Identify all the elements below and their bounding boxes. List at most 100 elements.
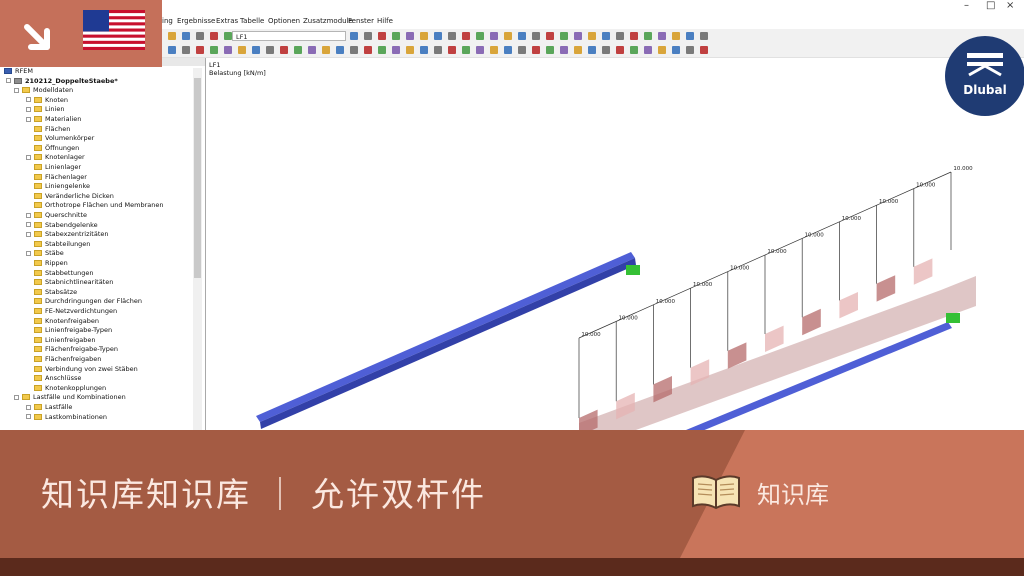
expand-icon[interactable] [26,212,31,218]
toolbar-icon[interactable] [392,32,400,40]
tree-item[interactable]: Flächen [26,125,70,135]
tree-item[interactable]: Orthotrope Flächen und Membranen [26,201,163,211]
tree-item[interactable]: Stabexzentrizitäten [26,230,109,240]
tree-item[interactable]: Lastfälle [26,403,72,413]
expand-icon[interactable] [14,87,19,93]
tree-item[interactable]: Verbindung von zwei Stäben [26,365,138,375]
toolbar-icon[interactable] [336,46,344,54]
toolbar-icon[interactable] [224,46,232,54]
toolbar-icon[interactable] [168,46,176,54]
toolbar-icon[interactable] [420,46,428,54]
language-tile[interactable] [0,0,162,67]
toolbar-icon[interactable] [700,32,708,40]
toolbar-icon[interactable] [196,46,204,54]
tree-item[interactable]: Stabendgelenke [26,221,98,231]
tree-item[interactable]: Modelldaten [14,86,73,96]
expand-icon[interactable] [26,404,31,410]
tree-item[interactable]: FE-Netzverdichtungen [26,307,117,317]
toolbar-icon[interactable] [210,32,218,40]
toolbar-icon[interactable] [588,32,596,40]
toolbar-icon[interactable] [238,46,246,54]
toolbar-icon[interactable] [434,46,442,54]
menu-item-hilfe[interactable]: Hilfe [377,17,393,25]
toolbar-icon[interactable] [182,32,190,40]
toolbar-icon[interactable] [182,46,190,54]
toolbar-icon[interactable] [644,32,652,40]
tree-item[interactable]: Stabteilungen [26,240,90,250]
toolbar-icon[interactable] [252,46,260,54]
toolbar-icon[interactable] [672,46,680,54]
toolbar-icon[interactable] [476,46,484,54]
tree-item[interactable]: Lastfälle und Kombinationen [14,393,126,403]
expand-icon[interactable] [26,250,31,256]
toolbar-icon[interactable] [406,32,414,40]
toolbar-icon[interactable] [210,46,218,54]
toolbar-icon[interactable] [322,46,330,54]
model-workspace[interactable]: LF1 Belastung [kN/m] 10.000 10.000 10.000 1… [206,58,1024,430]
toolbar-icon[interactable] [518,46,526,54]
toolbar-icon[interactable] [350,32,358,40]
toolbar-icon[interactable] [504,46,512,54]
tree-item[interactable]: Rippen [26,259,68,269]
menu-item[interactable]: ing [162,17,173,25]
tree-item[interactable]: Durchdringungen der Flächen [26,297,142,307]
toolbar-icon[interactable] [462,46,470,54]
toolbar-icon[interactable] [588,46,596,54]
expand-icon[interactable] [26,222,31,228]
menu-item-ergebnisse[interactable]: Ergebnisse [177,17,215,25]
menu-item-fenster[interactable]: Fenster [348,17,374,25]
toolbar-icon[interactable] [630,32,638,40]
toolbar-icon[interactable] [658,46,666,54]
toolbar-icon[interactable] [700,46,708,54]
toolbar-icon[interactable] [574,32,582,40]
toolbar-icon[interactable] [294,46,302,54]
toolbar-icon[interactable] [504,32,512,40]
toolbar-icon[interactable] [574,46,582,54]
tree-item[interactable]: Querschnitte [26,211,87,221]
toolbar-icon[interactable] [616,32,624,40]
toolbar-icon[interactable] [364,46,372,54]
toolbar-icon[interactable] [308,46,316,54]
toolbar-icon[interactable] [350,46,358,54]
tree-item[interactable]: Anschlüsse [26,374,81,384]
tree-item[interactable]: Flächenlager [26,173,87,183]
tree-item[interactable]: Materialien [26,115,81,125]
expand-icon[interactable] [26,231,31,237]
toolbar-icon[interactable] [560,32,568,40]
toolbar-icon[interactable] [364,32,372,40]
toolbar-icon[interactable] [434,32,442,40]
toolbar-icon[interactable] [532,46,540,54]
collapse-icon[interactable] [6,78,11,84]
toolbar-icon[interactable] [448,46,456,54]
menu-item-optionen[interactable]: Optionen [268,17,300,25]
toolbar-icon[interactable] [280,46,288,54]
toolbar-icon[interactable] [420,32,428,40]
toolbar-icon[interactable] [392,46,400,54]
tree-project[interactable]: 210212_DoppelteStaebe* [6,77,118,87]
tree-item[interactable]: Linienfreigabe-Typen [26,326,112,336]
scrollbar-thumb[interactable] [194,78,201,278]
toolbar-icon[interactable] [686,32,694,40]
expand-icon[interactable] [14,394,19,400]
menu-item-zusatzmodule[interactable]: Zusatzmodule [303,17,353,25]
tree-item[interactable]: Knotenlager [26,153,85,163]
tree-item[interactable]: Stabnichtlinearitäten [26,278,113,288]
toolbar-icon[interactable] [658,32,666,40]
tree-item[interactable]: Stabsätze [26,288,77,298]
close-button[interactable]: × [1006,0,1014,11]
toolbar-icon[interactable] [546,32,554,40]
maximize-button[interactable]: □ [986,0,995,11]
toolbar-icon[interactable] [630,46,638,54]
menu-item-extras[interactable]: Extras [216,17,238,25]
tree-item[interactable]: Stabbettungen [26,269,94,279]
toolbar-icon[interactable] [686,46,694,54]
toolbar-icon[interactable] [602,46,610,54]
load-case-select[interactable]: LF1 [232,31,346,41]
tree-item[interactable]: Lastkombinationen [26,413,107,423]
tree-item[interactable]: Knoten [26,96,68,106]
expand-icon[interactable] [26,97,31,103]
tree-item[interactable]: Flächenfreigabe-Typen [26,345,118,355]
tree-item[interactable]: Linienlager [26,163,81,173]
toolbar-icon[interactable] [462,32,470,40]
toolbar-icon[interactable] [266,46,274,54]
